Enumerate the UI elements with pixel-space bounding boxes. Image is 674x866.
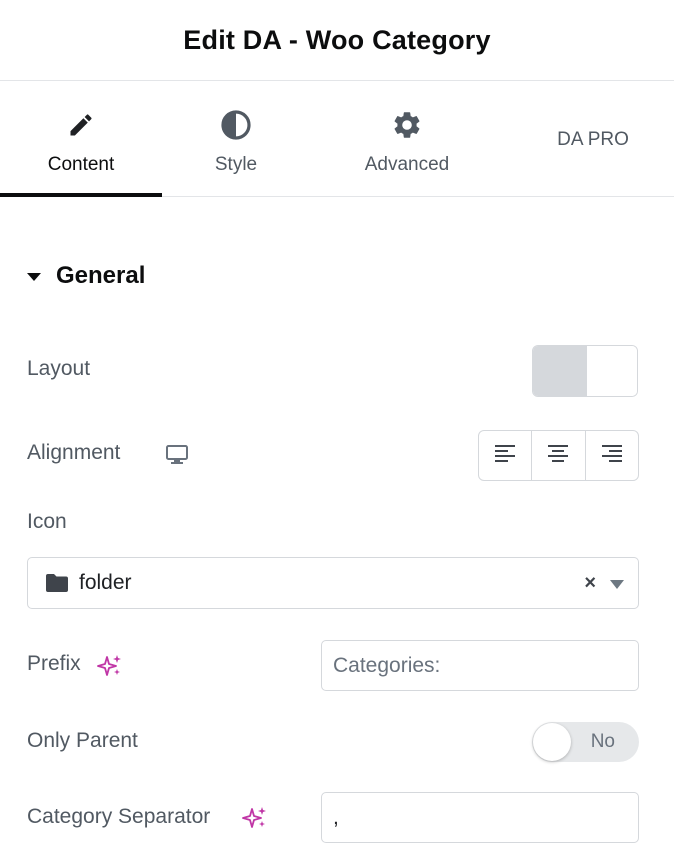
only-parent-toggle[interactable]: No [532, 722, 639, 762]
layout-option-2[interactable] [587, 346, 637, 396]
alignment-control [478, 430, 639, 481]
gear-icon [390, 108, 424, 142]
prefix-placeholder: Categories: [333, 653, 441, 677]
prefix-input[interactable]: Categories: [321, 640, 639, 691]
panel-title: Edit DA - Woo Category [183, 24, 491, 55]
icon-label: Icon [27, 510, 67, 533]
section-title: General [56, 262, 146, 289]
align-right-button[interactable] [586, 431, 638, 480]
desktop-icon[interactable] [165, 444, 189, 471]
alignment-label: Alignment [27, 441, 121, 464]
tabs-bar: Content Style Advanced DA PRO [0, 81, 674, 197]
caret-down-icon [27, 273, 41, 281]
tab-content[interactable]: Content [0, 81, 162, 197]
align-center-button[interactable] [532, 431, 586, 480]
tab-style[interactable]: Style [162, 81, 310, 196]
toggle-state-text: No [590, 731, 615, 752]
ai-sparkle-icon[interactable] [242, 806, 268, 835]
folder-icon [45, 573, 69, 593]
tab-label: Content [47, 154, 115, 175]
category-separator-value: , [333, 805, 339, 829]
layout-option-1[interactable] [533, 346, 587, 396]
section-general-toggle[interactable]: General [27, 262, 145, 290]
tab-label: DA PRO [557, 129, 629, 150]
pencil-icon [64, 108, 98, 142]
only-parent-label: Only Parent [27, 729, 138, 752]
layout-label: Layout [27, 357, 91, 380]
panel-header: Edit DA - Woo Category [0, 0, 674, 81]
category-separator-label: Category Separator [27, 805, 211, 828]
active-tab-indicator [0, 193, 162, 197]
icon-select-value: folder [79, 571, 132, 594]
clear-icon[interactable]: × [584, 572, 596, 595]
tab-label: Advanced [364, 154, 450, 175]
dropdown-arrow-icon[interactable] [610, 580, 624, 589]
ai-sparkle-icon[interactable] [97, 654, 123, 683]
tab-label: Style [214, 154, 258, 175]
align-center-icon [547, 443, 569, 468]
align-left-button[interactable] [479, 431, 533, 480]
icon-select[interactable]: folder × [27, 557, 639, 609]
prefix-label: Prefix [27, 652, 81, 675]
align-left-icon [494, 443, 516, 468]
category-separator-input[interactable]: , [321, 792, 639, 843]
align-right-icon [601, 443, 623, 468]
layout-switch[interactable] [532, 345, 638, 397]
toggle-knob [533, 723, 571, 761]
contrast-icon [219, 108, 253, 142]
tab-advanced[interactable]: Advanced [330, 81, 484, 196]
tab-da-pro[interactable]: DA PRO [520, 81, 666, 196]
